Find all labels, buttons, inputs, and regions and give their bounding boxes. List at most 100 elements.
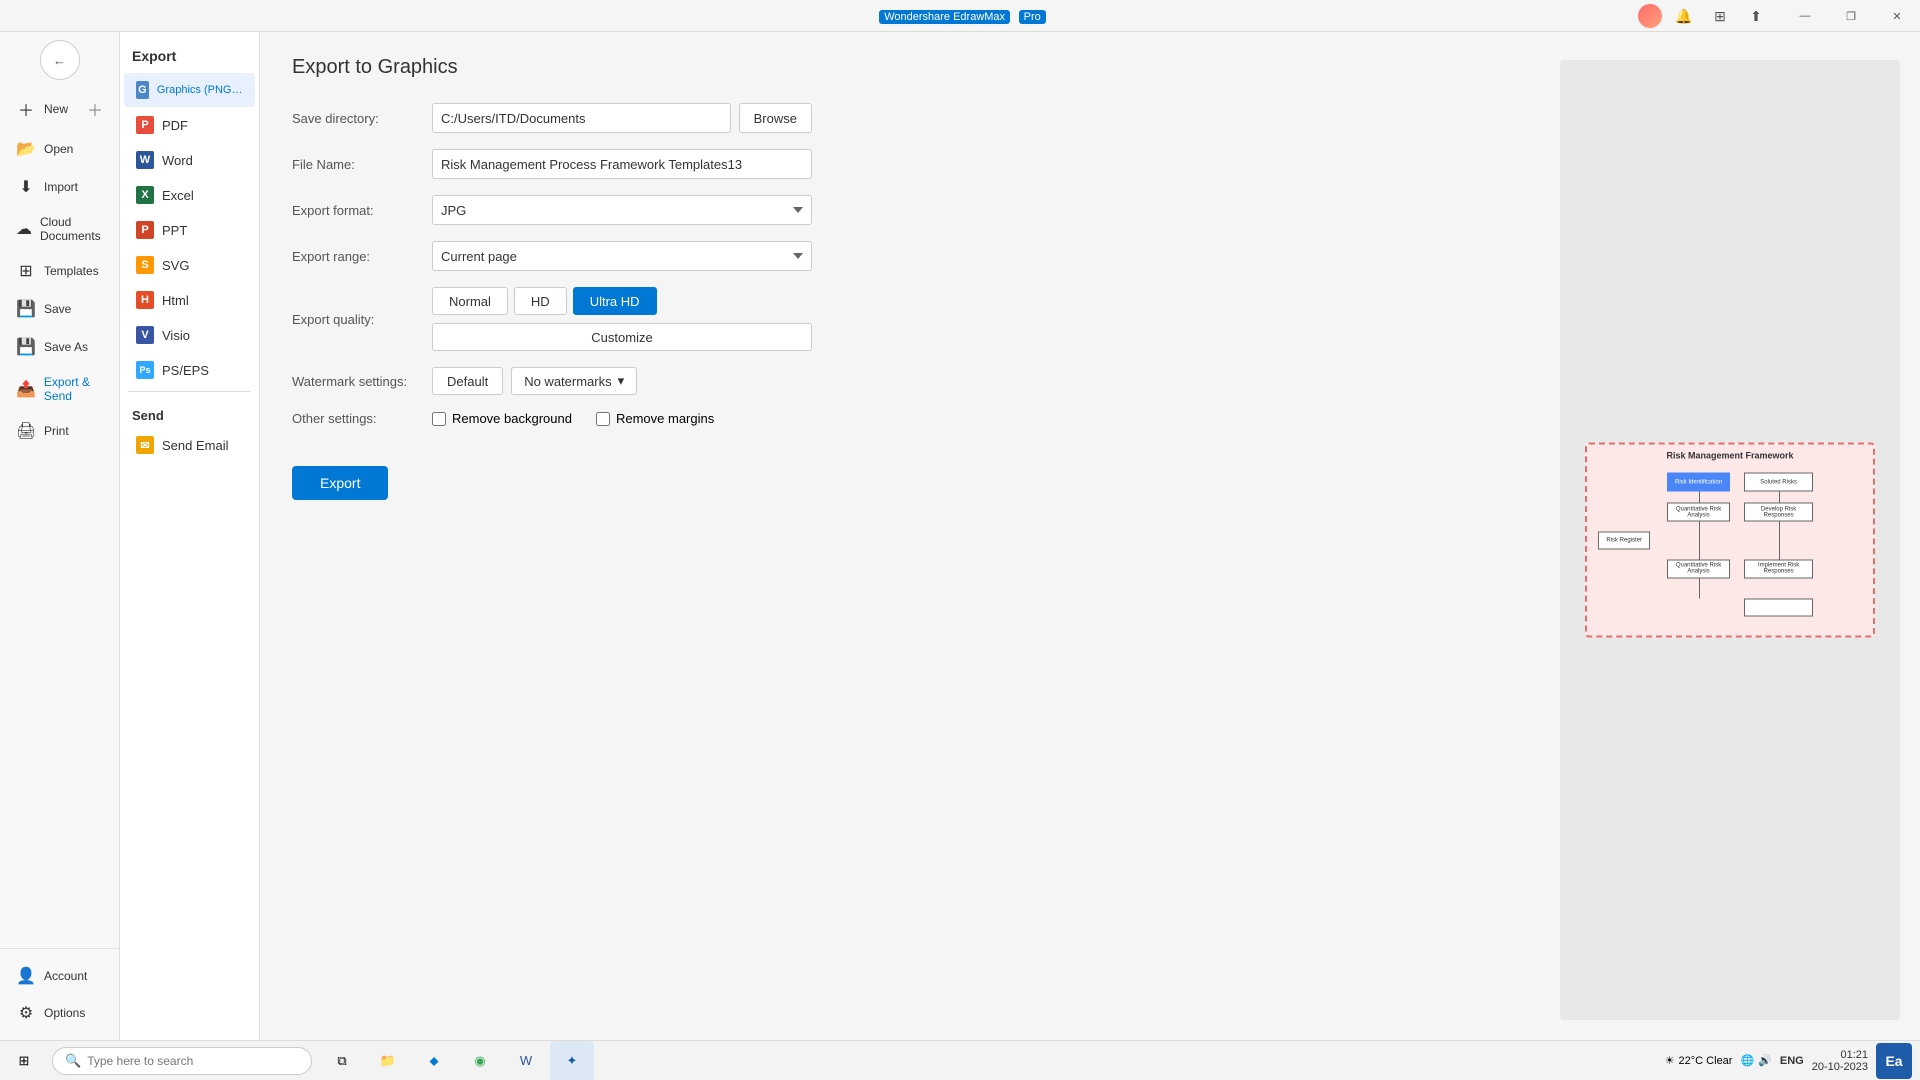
- html-icon: H: [136, 291, 154, 309]
- sidebar-item-label: Save As: [44, 340, 88, 354]
- svg-label: SVG: [162, 258, 189, 273]
- left-panel-item-email[interactable]: ✉ Send Email: [124, 428, 255, 462]
- taskbar-time: 01:21 20-10-2023: [1812, 1049, 1868, 1073]
- export-format-control: JPG PNG BMP SVG PDF: [432, 195, 812, 225]
- titlebar-left: [0, 0, 120, 32]
- sidebar-item-saveas[interactable]: 💾 Save As: [4, 329, 115, 365]
- volume-icon[interactable]: 🔊: [1758, 1054, 1772, 1067]
- browse-button[interactable]: Browse: [739, 103, 812, 133]
- left-panel-item-html[interactable]: H Html: [124, 283, 255, 317]
- sidebar-item-import[interactable]: ⬇ Import: [4, 169, 115, 205]
- send-title: Send: [120, 396, 259, 427]
- quality-hd-button[interactable]: HD: [514, 287, 567, 315]
- remove-margins-item[interactable]: Remove margins: [596, 411, 714, 426]
- visio-icon: V: [136, 326, 154, 344]
- left-panel-item-visio[interactable]: V Visio: [124, 318, 255, 352]
- file-name-input[interactable]: [432, 149, 812, 179]
- account-icon: 👤: [16, 966, 36, 986]
- other-settings-label: Other settings:: [292, 411, 432, 426]
- word-icon: W: [136, 151, 154, 169]
- left-panel-item-excel[interactable]: X Excel: [124, 178, 255, 212]
- export-range-label: Export range:: [292, 249, 432, 264]
- sidebar-item-export[interactable]: 📤 Export & Send: [4, 367, 115, 411]
- preview-panel: Risk Management Framework Risk Identific…: [1560, 60, 1900, 1020]
- minimize-button[interactable]: —: [1782, 0, 1828, 32]
- left-panel-item-pdf[interactable]: P PDF: [124, 108, 255, 142]
- start-button[interactable]: ⊞: [0, 1041, 48, 1080]
- sidebar-item-label: Open: [44, 142, 73, 156]
- taskbar-chrome[interactable]: ◉: [458, 1041, 502, 1080]
- watermark-default-button[interactable]: Default: [432, 367, 503, 395]
- export-format-row: Export format: JPG PNG BMP SVG PDF: [292, 195, 992, 225]
- quality-normal-button[interactable]: Normal: [432, 287, 508, 315]
- taskbar-edraw[interactable]: ✦: [550, 1041, 594, 1080]
- taskbar-sys: ☀ 22°C Clear: [1665, 1054, 1733, 1067]
- left-panel-item-ps[interactable]: Ps PS/EPS: [124, 353, 255, 387]
- graphics-label: Graphics (PNG, JPG e...: [157, 84, 243, 96]
- fc-box-risk-id: Risk Identification: [1667, 473, 1730, 491]
- left-panel-item-svg[interactable]: S SVG: [124, 248, 255, 282]
- export-button[interactable]: Export: [292, 466, 388, 500]
- other-settings-group: Remove background Remove margins: [432, 411, 812, 426]
- ppt-icon: P: [136, 221, 154, 239]
- back-button[interactable]: ←: [40, 40, 80, 80]
- sidebar-item-print[interactable]: 🖨 Print: [4, 413, 115, 449]
- watermark-group: Default No watermarks ▾: [432, 367, 812, 395]
- fc-box-quant1: Quantitative Risk Analysis: [1667, 503, 1730, 521]
- sidebar-item-cloud[interactable]: ☁ Cloud Documents: [4, 207, 115, 251]
- file-name-label: File Name:: [292, 157, 432, 172]
- watermark-selected-label: No watermarks: [524, 374, 611, 389]
- fc-box-risk-reg: Risk Register: [1598, 531, 1649, 549]
- sidebar-item-new[interactable]: ＋ New ＋: [4, 89, 115, 129]
- export-format-select[interactable]: JPG PNG BMP SVG PDF: [432, 195, 812, 225]
- sidebar-item-label: Save: [44, 302, 71, 316]
- taskbar-file-explorer[interactable]: 📁: [366, 1041, 410, 1080]
- fc-box-empty: [1744, 598, 1813, 616]
- save-directory-input-group: Browse: [432, 103, 812, 133]
- excel-label: Excel: [162, 188, 194, 203]
- other-settings-control: Remove background Remove margins: [432, 411, 812, 426]
- restore-button[interactable]: ❐: [1828, 0, 1874, 32]
- sidebar-item-account[interactable]: 👤 Account: [4, 958, 115, 994]
- ps-label: PS/EPS: [162, 363, 209, 378]
- fc-box-quant2: Quantitative Risk Analysis: [1667, 560, 1730, 578]
- notification-icon[interactable]: 🔔: [1670, 2, 1698, 30]
- quality-ultrahd-button[interactable]: Ultra HD: [573, 287, 657, 315]
- sidebar-item-label: Export & Send: [44, 375, 103, 403]
- remove-background-item[interactable]: Remove background: [432, 411, 572, 426]
- customize-button[interactable]: Customize: [432, 323, 812, 351]
- taskbar-edge[interactable]: ⬥: [412, 1041, 456, 1080]
- left-panel-item-ppt[interactable]: P PPT: [124, 213, 255, 247]
- watermark-label: Watermark settings:: [292, 374, 432, 389]
- taskbar-task-view[interactable]: ⧉: [320, 1041, 364, 1080]
- save-directory-input[interactable]: [432, 103, 731, 133]
- sidebar-item-save[interactable]: 💾 Save: [4, 291, 115, 327]
- date-display: 20-10-2023: [1812, 1061, 1868, 1073]
- grid-icon[interactable]: ⊞: [1706, 2, 1734, 30]
- avatar[interactable]: [1638, 4, 1662, 28]
- sidebar-item-options[interactable]: ⚙ Options: [4, 995, 115, 1031]
- close-button[interactable]: ✕: [1874, 0, 1920, 32]
- left-panel-item-graphics[interactable]: G Graphics (PNG, JPG e...: [124, 73, 255, 107]
- taskbar: ⊞ 🔍 ⧉ 📁 ⬥ ◉ W ✦ ☀ 22°C Clear 🌐 🔊 ENG 01:…: [0, 1040, 1920, 1080]
- remove-background-checkbox[interactable]: [432, 412, 446, 426]
- watermark-selected-button[interactable]: No watermarks ▾: [511, 367, 637, 395]
- left-panel-item-word[interactable]: W Word: [124, 143, 255, 177]
- page-title: Export to Graphics: [292, 56, 992, 79]
- divider: [128, 391, 251, 392]
- remove-margins-checkbox[interactable]: [596, 412, 610, 426]
- ea-badge[interactable]: Ea: [1876, 1043, 1912, 1079]
- taskbar-word[interactable]: W: [504, 1041, 548, 1080]
- network-icon[interactable]: 🌐: [1740, 1054, 1754, 1067]
- sidebar-item-templates[interactable]: ⊞ Templates: [4, 253, 115, 289]
- connector4: [1779, 521, 1780, 559]
- taskbar-search-box[interactable]: 🔍: [52, 1047, 312, 1075]
- weather-icon: ☀: [1665, 1054, 1675, 1067]
- preview-diagram: Risk Management Framework Risk Identific…: [1585, 443, 1875, 638]
- taskbar-search-input[interactable]: [87, 1054, 299, 1068]
- sidebar-item-label: Options: [44, 1006, 85, 1020]
- share-icon[interactable]: ⬆: [1742, 2, 1770, 30]
- time-display: 01:21: [1840, 1049, 1868, 1061]
- export-range-select[interactable]: Current page All pages Selected pages: [432, 241, 812, 271]
- sidebar-item-open[interactable]: 📂 Open: [4, 131, 115, 167]
